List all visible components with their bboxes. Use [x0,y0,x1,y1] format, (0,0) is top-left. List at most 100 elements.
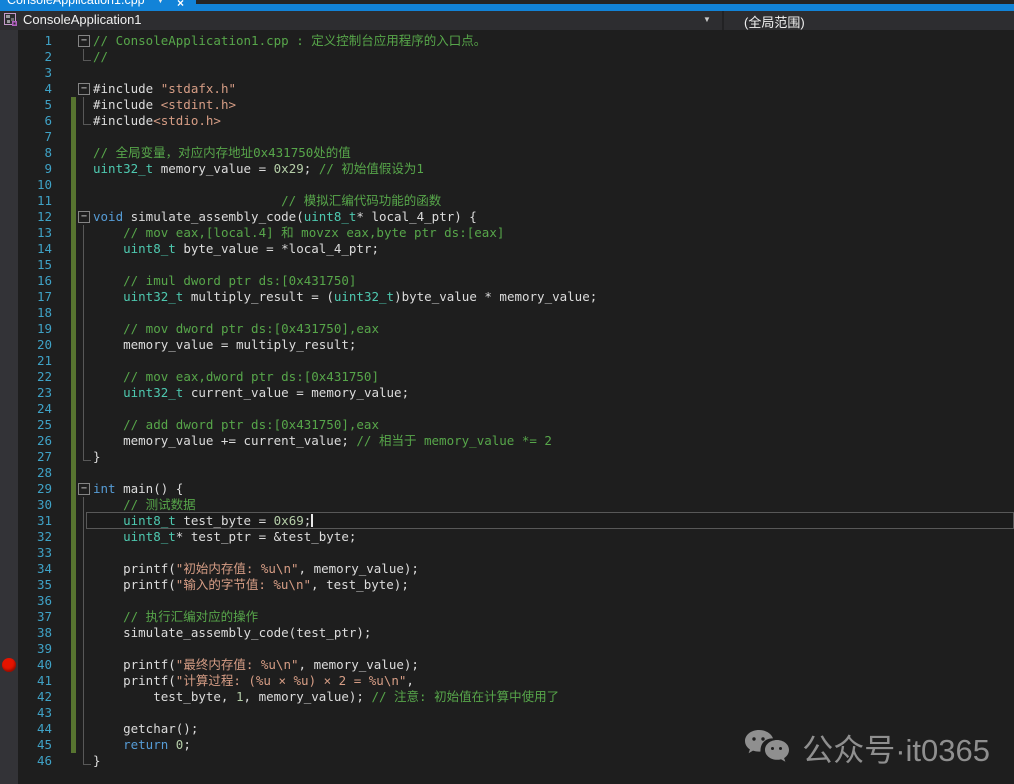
code-editor[interactable]: 1−// ConsoleApplication1.cpp : 定义控制台应用程序… [0,30,1014,784]
line-number: 6 [16,113,52,129]
code-line[interactable]: 38 simulate_assembly_code(test_ptr); [0,625,1014,641]
change-tracking-bar [71,97,76,113]
code-line[interactable]: 14 uint8_t byte_value = *local_4_ptr; [0,241,1014,257]
line-number: 23 [16,385,52,401]
line-number: 37 [16,609,52,625]
code-line[interactable]: 22 // mov eax,dword ptr ds:[0x431750] [0,369,1014,385]
outline-guide [83,705,84,721]
code-line[interactable]: 4−#include "stdafx.h" [0,81,1014,97]
change-tracking-bar [71,241,76,257]
code-line[interactable]: 34 printf("初始内存值: %u\n", memory_value); [0,561,1014,577]
line-number: 40 [16,657,52,673]
code-line[interactable]: 36 [0,593,1014,609]
code-line[interactable]: 15 [0,257,1014,273]
code-text: simulate_assembly_code(test_ptr); [93,625,371,641]
code-text: // 执行汇编对应的操作 [93,609,258,625]
text-cursor [311,514,313,527]
code-line[interactable]: 42 test_byte, 1, memory_value); // 注意: 初… [0,689,1014,705]
code-line[interactable]: 18 [0,305,1014,321]
line-number: 27 [16,449,52,465]
change-tracking-bar [71,273,76,289]
code-line[interactable]: 40 printf("最终内存值: %u\n", memory_value); [0,657,1014,673]
outline-guide [83,673,84,689]
outline-guide [83,401,84,417]
line-number: 8 [16,145,52,161]
code-line[interactable]: 33 [0,545,1014,561]
change-tracking-bar [71,497,76,513]
code-line[interactable]: 39 [0,641,1014,657]
line-number: 42 [16,689,52,705]
collapse-toggle-icon[interactable]: − [78,211,90,223]
code-line[interactable]: 25 // add dword ptr ds:[0x431750],eax [0,417,1014,433]
code-line[interactable]: 7 [0,129,1014,145]
close-icon[interactable]: × [177,0,184,10]
outline-guide [83,737,84,753]
change-tracking-bar [71,449,76,465]
code-line[interactable]: 43 [0,705,1014,721]
chevron-down-icon[interactable]: ▼ [703,15,711,24]
code-line[interactable]: 32 uint8_t* test_ptr = &test_byte; [0,529,1014,545]
scope-dropdown[interactable]: (全局范围) [744,12,805,31]
code-text: uint32_t multiply_result = (uint32_t)byt… [93,289,597,305]
line-number: 41 [16,673,52,689]
code-line[interactable]: 41 printf("计算过程: (%u × %u) × 2 = %u\n", [0,673,1014,689]
code-text: // 模拟汇编代码功能的函数 [93,193,441,209]
code-line[interactable]: 2// [0,49,1014,65]
change-tracking-bar [71,577,76,593]
code-line[interactable]: 17 uint32_t multiply_result = (uint32_t)… [0,289,1014,305]
code-line[interactable]: 16 // imul dword ptr ds:[0x431750] [0,273,1014,289]
code-line[interactable]: 1−// ConsoleApplication1.cpp : 定义控制台应用程序… [0,33,1014,49]
change-tracking-bar [71,145,76,161]
code-line[interactable]: 30 // 测试数据 [0,497,1014,513]
code-line[interactable]: 23 uint32_t current_value = memory_value… [0,385,1014,401]
change-tracking-bar [71,369,76,385]
change-tracking-bar [71,689,76,705]
line-number: 31 [16,513,52,529]
code-line[interactable]: 6#include<stdio.h> [0,113,1014,129]
types-dropdown[interactable]: ConsoleApplication1 [23,12,142,27]
change-tracking-bar [71,721,76,737]
code-line[interactable]: 13 // mov eax,[local.4] 和 movzx eax,byte… [0,225,1014,241]
collapse-toggle-icon[interactable]: − [78,83,90,95]
code-text: uint8_t byte_value = *local_4_ptr; [93,241,379,257]
outline-guide [83,417,84,433]
code-text: #include <stdint.h> [93,97,236,113]
code-line[interactable]: 5 #include <stdint.h> [0,97,1014,113]
code-line[interactable]: 21 [0,353,1014,369]
line-number: 26 [16,433,52,449]
code-line[interactable]: 31 uint8_t test_byte = 0x69; [0,513,1014,529]
code-line[interactable]: 11 // 模拟汇编代码功能的函数 [0,193,1014,209]
collapse-toggle-icon[interactable]: − [78,35,90,47]
pin-icon[interactable]: ▼ [156,0,165,5]
code-line[interactable]: 19 // mov dword ptr ds:[0x431750],eax [0,321,1014,337]
code-text: printf("输入的字节值: %u\n", test_byte); [93,577,409,593]
code-line[interactable]: 3 [0,65,1014,81]
code-line[interactable]: 12−void simulate_assembly_code(uint8_t* … [0,209,1014,225]
code-line[interactable]: 27} [0,449,1014,465]
code-line[interactable]: 24 [0,401,1014,417]
code-line[interactable]: 20 memory_value = multiply_result; [0,337,1014,353]
tab-consoleapplication1-cpp[interactable]: ConsoleApplication1.cpp ▼ × [0,0,196,11]
change-tracking-bar [71,337,76,353]
line-number: 5 [16,97,52,113]
navbar-divider [722,11,724,30]
outline-guide [83,385,84,401]
code-line[interactable]: 28 [0,465,1014,481]
code-line[interactable]: 8// 全局变量，对应内存地址0x431750处的值 [0,145,1014,161]
code-line[interactable]: 9uint32_t memory_value = 0x29; // 初始值假设为… [0,161,1014,177]
change-tracking-bar [71,385,76,401]
change-tracking-bar [71,561,76,577]
code-line[interactable]: 29−int main() { [0,481,1014,497]
change-tracking-bar [71,209,76,225]
breakpoint-icon[interactable] [2,658,16,672]
code-line[interactable]: 37 // 执行汇编对应的操作 [0,609,1014,625]
line-number: 30 [16,497,52,513]
code-text: } [93,449,101,465]
collapse-toggle-icon[interactable]: − [78,483,90,495]
line-number: 39 [16,641,52,657]
code-line[interactable]: 26 memory_value += current_value; // 相当于… [0,433,1014,449]
code-line[interactable]: 10 [0,177,1014,193]
code-text: // mov eax,dword ptr ds:[0x431750] [93,369,379,385]
code-line[interactable]: 35 printf("输入的字节值: %u\n", test_byte); [0,577,1014,593]
watermark-text: 公众号·it0365 [802,725,990,770]
